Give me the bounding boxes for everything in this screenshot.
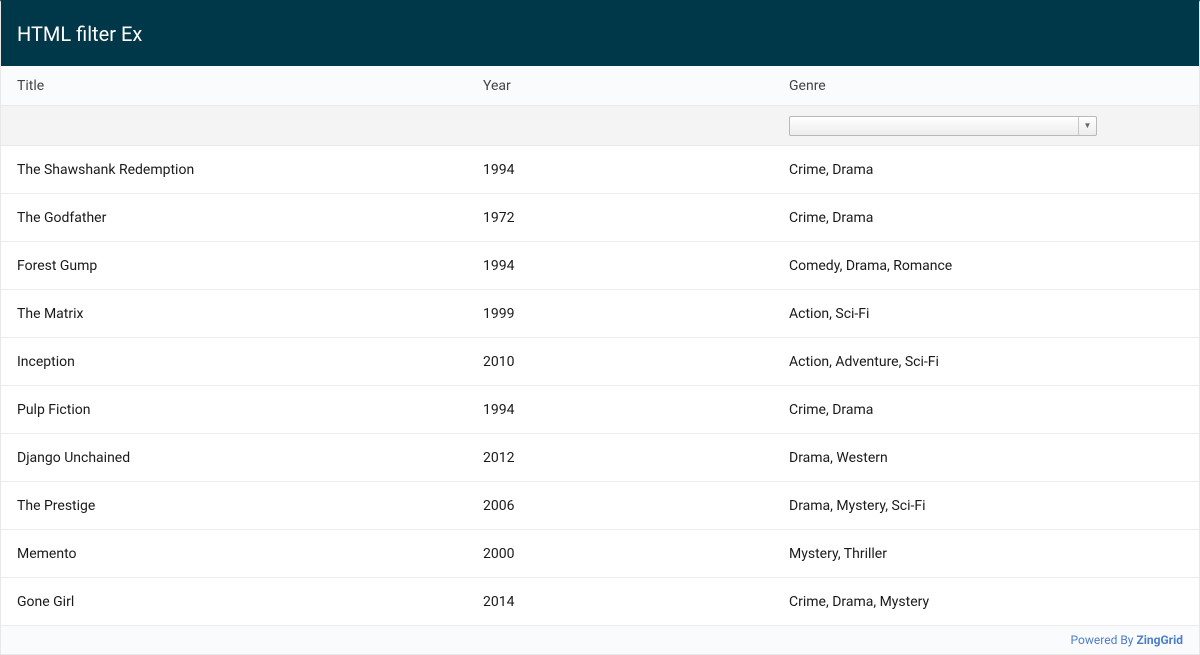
table-body: The Shawshank Redemption1994Crime, Drama… [1,146,1199,626]
column-header-title-text: Title [17,78,44,94]
table-row[interactable]: Pulp Fiction1994Crime, Drama [1,386,1199,434]
grid-caption-text: HTML filter Ex [17,22,142,46]
cell-year: 2010 [467,354,773,370]
table-row[interactable]: The Matrix1999Action, Sci-Fi [1,290,1199,338]
table-row[interactable]: Django Unchained2012Drama, Western [1,434,1199,482]
cell-genre: Crime, Drama, Mystery [773,594,1199,610]
table-row[interactable]: The Prestige2006Drama, Mystery, Sci-Fi [1,482,1199,530]
cell-year: 1999 [467,306,773,322]
cell-year: 1994 [467,162,773,178]
cell-year: 2012 [467,450,773,466]
table-row[interactable]: Gone Girl2014Crime, Drama, Mystery [1,578,1199,626]
cell-genre: Action, Sci-Fi [773,306,1199,322]
cell-title: Django Unchained [1,450,467,466]
column-header-year-text: Year [483,78,511,94]
filter-cell-title [1,106,467,145]
column-header-row: Title Year Genre [1,66,1199,106]
filter-row [1,106,1199,146]
column-header-genre[interactable]: Genre [773,78,1199,94]
cell-genre: Crime, Drama [773,210,1199,226]
cell-year: 2014 [467,594,773,610]
powered-by-link[interactable]: Powered By ZingGrid [1071,633,1183,647]
cell-year: 1994 [467,402,773,418]
cell-genre: Comedy, Drama, Romance [773,258,1199,274]
table-row[interactable]: The Godfather1972Crime, Drama [1,194,1199,242]
cell-title: The Matrix [1,306,467,322]
powered-by-brand: ZingGrid [1136,633,1183,647]
data-grid: HTML filter Ex Title Year Genre The Shaw… [0,0,1200,655]
table-row[interactable]: The Shawshank Redemption1994Crime, Drama [1,146,1199,194]
cell-genre: Drama, Mystery, Sci-Fi [773,498,1199,514]
filter-cell-year [467,106,773,145]
cell-genre: Drama, Western [773,450,1199,466]
cell-title: The Prestige [1,498,467,514]
cell-year: 2006 [467,498,773,514]
column-header-genre-text: Genre [789,78,826,94]
grid-caption: HTML filter Ex [1,2,1199,66]
column-header-year[interactable]: Year [467,78,773,94]
table-row[interactable]: Forest Gump1994Comedy, Drama, Romance [1,242,1199,290]
cell-title: Inception [1,354,467,370]
cell-title: Pulp Fiction [1,402,467,418]
cell-genre: Mystery, Thriller [773,546,1199,562]
table-row[interactable]: Inception2010Action, Adventure, Sci-Fi [1,338,1199,386]
cell-genre: Crime, Drama [773,402,1199,418]
cell-year: 1994 [467,258,773,274]
cell-title: Forest Gump [1,258,467,274]
genre-filter-dropdown[interactable] [789,116,1097,136]
column-header-title[interactable]: Title [1,78,467,94]
filter-cell-genre [773,106,1199,145]
cell-title: Gone Girl [1,594,467,610]
chevron-down-icon [1078,117,1096,135]
cell-genre: Action, Adventure, Sci-Fi [773,354,1199,370]
grid-footer: Powered By ZingGrid [1,626,1199,654]
powered-by-text: Powered By [1071,633,1137,647]
cell-title: The Shawshank Redemption [1,162,467,178]
cell-genre: Crime, Drama [773,162,1199,178]
cell-title: Memento [1,546,467,562]
cell-title: The Godfather [1,210,467,226]
cell-year: 1972 [467,210,773,226]
cell-year: 2000 [467,546,773,562]
table-row[interactable]: Memento2000Mystery, Thriller [1,530,1199,578]
